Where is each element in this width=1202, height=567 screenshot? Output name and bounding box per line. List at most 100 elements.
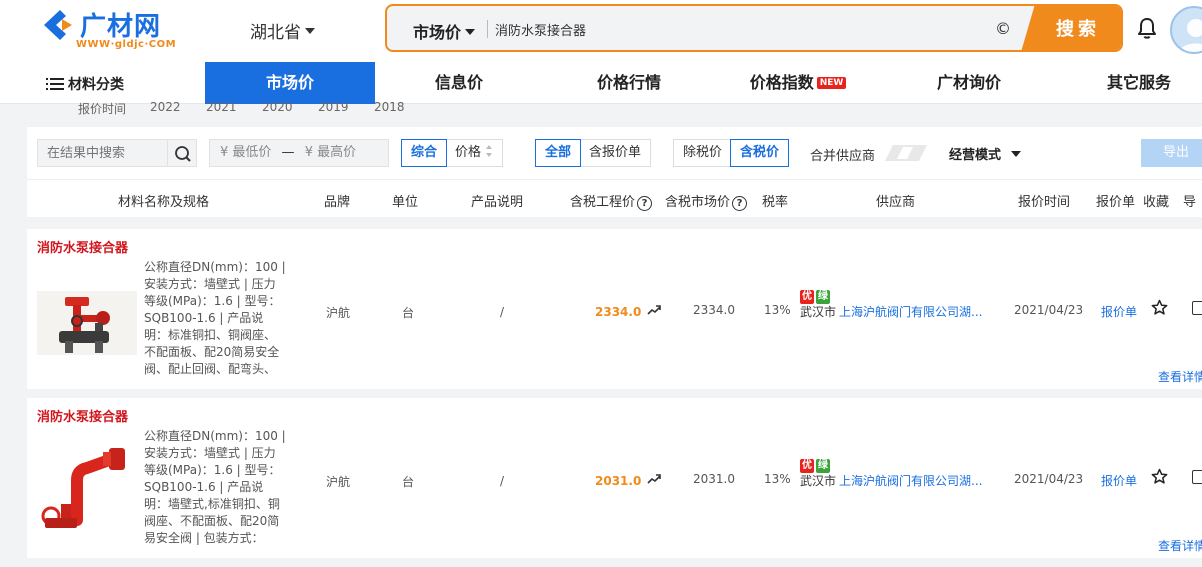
material-category-menu[interactable]: 材料分类 xyxy=(46,74,124,94)
tax-toggle: 除税价 含税价 xyxy=(673,139,790,167)
search-type-dropdown[interactable]: 市场价 xyxy=(413,19,476,43)
nav-tab-label: 市场价 xyxy=(265,73,314,92)
main-nav: 材料分类 市场价 信息价 价格行情 价格指数 NEW 广材询价 其它服务 xyxy=(0,62,1202,104)
price-range-filter[interactable]: ¥ 最低价 — ¥ 最高价 xyxy=(209,139,389,167)
price-separator: — xyxy=(281,145,295,160)
search-button[interactable]: 搜索 xyxy=(1021,6,1121,50)
trend-up-icon[interactable] xyxy=(647,474,661,484)
star-icon[interactable] xyxy=(1151,299,1168,316)
sort-price[interactable]: 价格 xyxy=(446,140,502,166)
top-header: 广材网 WWW·gldjc·COM 湖北省 市场价 © 搜索 xyxy=(0,0,1202,62)
col-name: 材料名称及规格 xyxy=(118,195,210,210)
nav-tab-price-trend[interactable]: 价格行情 xyxy=(569,62,689,104)
user-avatar-icon xyxy=(1178,19,1202,52)
tax-excluded[interactable]: 除税价 xyxy=(674,140,731,166)
region-label: 湖北省 xyxy=(250,23,301,43)
supplier-link[interactable]: 上海沪航阀门有限公司湖... xyxy=(839,472,982,489)
product-image[interactable] xyxy=(37,291,137,355)
merge-suppliers-label: 合并供应商 xyxy=(810,149,876,164)
max-price-input[interactable]: ¥ 最高价 xyxy=(305,145,356,160)
product-title[interactable]: 消防水泵接合器 xyxy=(37,406,128,425)
nav-tab-info-price[interactable]: 信息价 xyxy=(399,62,519,104)
site-logo[interactable]: 广材网 WWW·gldjc·COM xyxy=(38,6,178,54)
tax-rate: 13% xyxy=(764,303,791,317)
chevron-down-icon xyxy=(1011,150,1022,157)
year-option[interactable]: 2018 xyxy=(374,100,405,114)
view-detail-link[interactable]: 查看详情 xyxy=(1158,368,1202,385)
business-mode-label: 经营模式 xyxy=(949,148,1002,163)
help-icon[interactable]: ? xyxy=(637,196,653,211)
supplier-link[interactable]: 上海沪航阀门有限公司湖... xyxy=(839,303,982,320)
col-market-price-label: 含税市场价 xyxy=(665,195,731,210)
type-all[interactable]: 全部 xyxy=(535,139,582,167)
logo-url: WWW·gldjc·COM xyxy=(76,39,177,50)
merge-suppliers-toggle[interactable] xyxy=(885,145,927,161)
quote-sheet-link[interactable]: 报价单 xyxy=(1101,472,1137,489)
table-row: 消防水泵接合器 公称直径DN(mm)：100 | 安装方式：墙壁式 | 压力等级… xyxy=(27,398,1202,558)
search-divider xyxy=(487,20,488,38)
menu-icon xyxy=(46,78,64,90)
result-search-button[interactable] xyxy=(167,139,197,167)
nav-tab-label: 其它服务 xyxy=(1106,73,1171,92)
sort-price-label: 价格 xyxy=(455,145,482,160)
brand-cell: 沪航 xyxy=(326,306,351,320)
avatar[interactable] xyxy=(1170,6,1202,54)
unit-cell: 台 xyxy=(402,306,415,320)
export-button[interactable]: 导出 xyxy=(1141,139,1202,167)
product-image[interactable] xyxy=(37,440,137,530)
col-quote-sheet: 报价单 xyxy=(1096,195,1136,210)
sort-toggle: 综合 价格 xyxy=(401,139,504,167)
star-icon[interactable] xyxy=(1151,468,1168,485)
trend-up-icon[interactable] xyxy=(647,305,661,315)
type-with-quote[interactable]: 含报价单 xyxy=(580,140,650,166)
eng-price: 2031.0 xyxy=(595,474,642,488)
quote-date: 2021/04/23 xyxy=(1014,472,1084,486)
search-input[interactable] xyxy=(495,16,975,42)
logo-text: 广材网 xyxy=(80,12,162,42)
market-price: 2031.0 xyxy=(693,472,735,486)
year-option[interactable]: 2019 xyxy=(318,100,349,114)
premium-badge: 优 xyxy=(800,290,814,304)
product-title[interactable]: 消防水泵接合器 xyxy=(37,237,128,256)
year-option[interactable]: 2022 xyxy=(150,100,181,114)
nav-tab-inquiry[interactable]: 广材询价 xyxy=(909,62,1029,104)
logo-mark-icon xyxy=(44,10,72,40)
quote-date: 2021/04/23 xyxy=(1014,303,1084,317)
nav-tab-price-index[interactable]: 价格指数 NEW xyxy=(738,62,858,104)
quote-sheet-link[interactable]: 报价单 xyxy=(1101,303,1137,320)
col-eng-price: 含税工程价? xyxy=(570,191,653,211)
nav-tab-market-price[interactable]: 市场价 xyxy=(205,62,375,104)
nav-tab-label: 价格行情 xyxy=(596,73,661,92)
supplier-city: 武汉市 xyxy=(800,474,837,488)
search-icon xyxy=(175,146,191,162)
region-selector[interactable]: 湖北省 xyxy=(250,18,315,43)
premium-badge: 优 xyxy=(800,459,814,473)
year-option[interactable]: 2020 xyxy=(262,100,293,114)
col-quote-time: 报价时间 xyxy=(1018,195,1071,210)
year-option[interactable]: 2021 xyxy=(206,100,237,114)
bell-icon[interactable] xyxy=(1136,16,1158,40)
category-label: 材料分类 xyxy=(68,77,124,93)
quote-type-toggle: 全部 含报价单 xyxy=(535,139,652,167)
min-price-input[interactable]: ¥ 最低价 xyxy=(220,145,271,160)
search-type-label: 市场价 xyxy=(413,23,462,42)
copyright-icon[interactable]: © xyxy=(995,19,1011,38)
chevron-down-icon xyxy=(465,28,476,35)
business-mode-dropdown[interactable]: 经营模式 xyxy=(949,144,1022,163)
col-eng-price-label: 含税工程价 xyxy=(570,195,636,210)
table-header: 材料名称及规格 品牌 单位 产品说明 含税工程价? 含税市场价? 税率 供应商 … xyxy=(27,179,1202,217)
compare-checkbox[interactable] xyxy=(1192,301,1202,315)
year-filter-label: 报价时间 xyxy=(78,102,127,116)
product-spec: 公称直径DN(mm)：100 | 安装方式：墙壁式 | 压力等级(MPa)：1.… xyxy=(144,429,286,545)
nav-tab-other-services[interactable]: 其它服务 xyxy=(1079,62,1199,104)
green-badge: 绿 xyxy=(816,459,830,473)
sort-comprehensive[interactable]: 综合 xyxy=(401,139,448,167)
market-price: 2334.0 xyxy=(693,303,735,317)
view-detail-link[interactable]: 查看详情 xyxy=(1158,537,1202,554)
col-favorite: 收藏 xyxy=(1143,195,1170,210)
col-unit: 单位 xyxy=(392,195,419,210)
tax-included[interactable]: 含税价 xyxy=(730,139,790,167)
compare-checkbox[interactable] xyxy=(1192,470,1202,484)
search-bar: 市场价 © 搜索 xyxy=(385,4,1123,52)
help-icon[interactable]: ? xyxy=(732,196,748,211)
